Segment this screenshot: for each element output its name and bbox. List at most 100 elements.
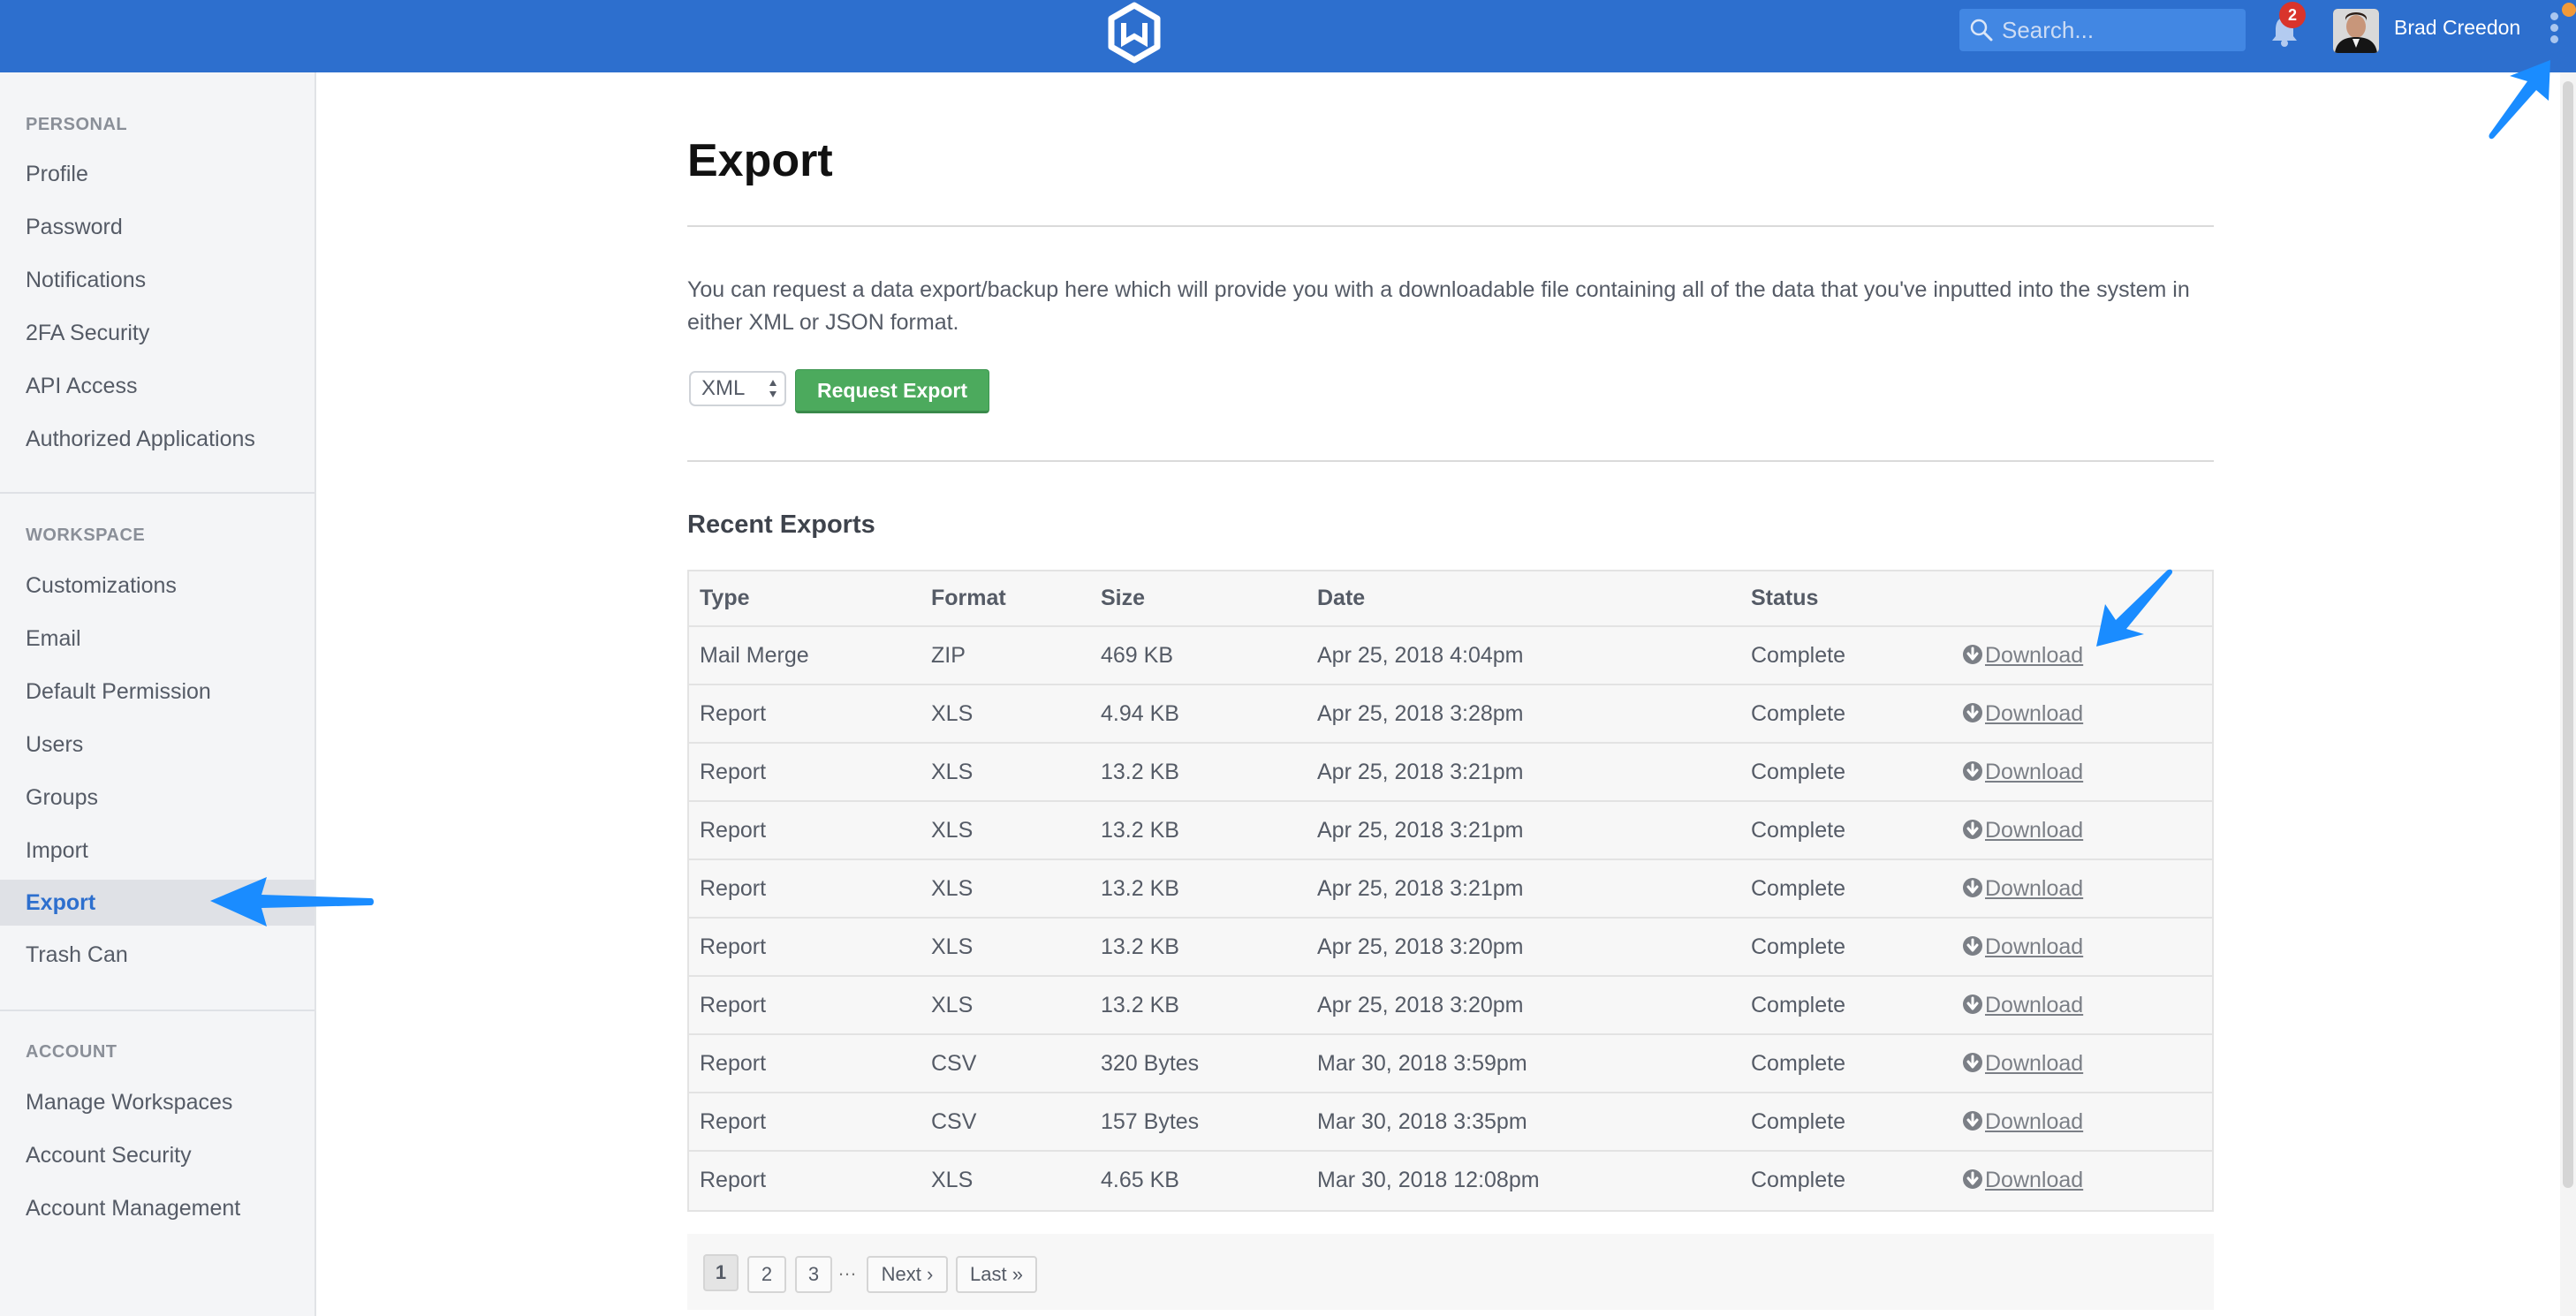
request-export-button[interactable]: Request Export: [795, 369, 989, 413]
download-link-label[interactable]: Download: [1985, 993, 2083, 1017]
cell-date: Mar 30, 2018 3:35pm: [1317, 1109, 1527, 1134]
top-navigation-bar: 2 Brad Creedon: [0, 0, 2576, 72]
sidebar-item-account-management[interactable]: Account Management: [0, 1185, 314, 1231]
cell-type: Report: [700, 760, 767, 784]
download-circle-icon: [1962, 1096, 1983, 1131]
sidebar-item-2fa-security[interactable]: 2FA Security: [0, 310, 314, 356]
cell-size: 13.2 KB: [1101, 934, 1179, 959]
recent-exports-heading: Recent Exports: [687, 511, 875, 539]
cell-format: XLS: [931, 818, 974, 843]
annotation-arrow-export-icon: [210, 877, 374, 926]
sidebar-item-manage-workspaces[interactable]: Manage Workspaces: [0, 1079, 314, 1125]
download-link[interactable]: Download: [1962, 977, 2083, 1033]
cell-date: Apr 25, 2018 3:20pm: [1317, 993, 1524, 1017]
cell-type: Report: [700, 1051, 767, 1076]
cell-size: 13.2 KB: [1101, 993, 1179, 1017]
cell-date: Apr 25, 2018 3:21pm: [1317, 760, 1524, 784]
sidebar-item-groups[interactable]: Groups: [0, 775, 314, 821]
search-input[interactable]: [2002, 9, 2240, 51]
pagination: 1 2 3 … Next › Last »: [687, 1234, 2214, 1310]
cell-date: Mar 30, 2018 12:08pm: [1317, 1168, 1540, 1192]
cell-type: Report: [700, 993, 767, 1017]
table-row: Report XLS 13.2 KB Apr 25, 2018 3:21pm Compl…: [689, 744, 2212, 802]
export-format-select[interactable]: XML: [689, 371, 786, 406]
cell-date: Apr 25, 2018 3:21pm: [1317, 818, 1524, 843]
column-header-size[interactable]: Size: [1101, 571, 1145, 625]
cell-format: XLS: [931, 876, 974, 901]
sidebar-item-email[interactable]: Email: [0, 616, 314, 662]
download-link-label[interactable]: Download: [1985, 1109, 2083, 1134]
download-link-label[interactable]: Download: [1985, 1051, 2083, 1076]
annotation-arrow-menu-icon: [2489, 60, 2550, 140]
download-circle-icon: [1962, 805, 1983, 839]
sidebar-item-account-security[interactable]: Account Security: [0, 1132, 314, 1178]
download-link[interactable]: Download: [1962, 1035, 2083, 1092]
table-row: Report XLS 13.2 KB Apr 25, 2018 3:21pm Compl…: [689, 802, 2212, 860]
cell-status: Complete: [1751, 1109, 1845, 1134]
download-link[interactable]: Download: [1962, 1152, 2083, 1210]
page-title: Export: [687, 135, 833, 186]
sidebar-item-users[interactable]: Users: [0, 722, 314, 768]
cell-size: 4.65 KB: [1101, 1168, 1179, 1192]
column-header-format[interactable]: Format: [931, 571, 1006, 625]
cell-status: Complete: [1751, 934, 1845, 959]
cell-status: Complete: [1751, 1051, 1845, 1076]
column-header-type[interactable]: Type: [700, 571, 750, 625]
pagination-ellipsis: …: [837, 1258, 857, 1280]
download-link-label[interactable]: Download: [1985, 760, 2083, 784]
download-link-label[interactable]: Download: [1985, 1168, 2083, 1192]
cell-status: Complete: [1751, 876, 1845, 901]
download-link[interactable]: Download: [1962, 919, 2083, 975]
download-link[interactable]: Download: [1962, 627, 2083, 684]
download-link-label[interactable]: Download: [1985, 643, 2083, 668]
page-scrollbar-thumb[interactable]: [2563, 81, 2573, 1188]
cell-format: XLS: [931, 701, 974, 726]
sidebar-item-import[interactable]: Import: [0, 828, 314, 874]
cell-size: 13.2 KB: [1101, 760, 1179, 784]
settings-sidebar: PERSONAL Profile Password Notifications …: [0, 72, 316, 1316]
sidebar-item-customizations[interactable]: Customizations: [0, 563, 314, 609]
download-link-label[interactable]: Download: [1985, 934, 2083, 959]
column-header-status[interactable]: Status: [1751, 571, 1818, 625]
download-link[interactable]: Download: [1962, 685, 2083, 742]
download-link-label[interactable]: Download: [1985, 701, 2083, 726]
cell-format: XLS: [931, 1168, 974, 1192]
cell-status: Complete: [1751, 643, 1845, 668]
sidebar-item-password[interactable]: Password: [0, 204, 314, 250]
search-icon: [1970, 19, 1993, 42]
sidebar-item-api-access[interactable]: API Access: [0, 363, 314, 409]
user-avatar[interactable]: [2333, 9, 2379, 53]
download-circle-icon: [1962, 688, 1983, 722]
next-page-button[interactable]: Next ›: [867, 1256, 948, 1293]
download-link-label[interactable]: Download: [1985, 876, 2083, 901]
download-link[interactable]: Download: [1962, 860, 2083, 917]
sidebar-heading-personal: PERSONAL: [26, 115, 128, 134]
cell-date: Apr 25, 2018 4:04pm: [1317, 643, 1524, 668]
cell-type: Report: [700, 701, 767, 726]
download-link-label[interactable]: Download: [1985, 818, 2083, 843]
table-row: Report XLS 4.94 KB Apr 25, 2018 3:28pm Compl…: [689, 685, 2212, 744]
download-link[interactable]: Download: [1962, 1093, 2083, 1150]
search-box[interactable]: [1959, 9, 2246, 51]
last-page-button[interactable]: Last »: [956, 1256, 1037, 1293]
sidebar-item-trash-can[interactable]: Trash Can: [0, 932, 314, 978]
more-options-icon[interactable]: [2544, 12, 2564, 48]
sidebar-item-default-permission[interactable]: Default Permission: [0, 669, 314, 715]
cell-type: Report: [700, 818, 767, 843]
app-logo-icon[interactable]: [1107, 2, 1162, 64]
sidebar-item-notifications[interactable]: Notifications: [0, 257, 314, 303]
download-link[interactable]: Download: [1962, 744, 2083, 800]
download-link[interactable]: Download: [1962, 802, 2083, 858]
cell-date: Apr 25, 2018 3:28pm: [1317, 701, 1524, 726]
page-button-2[interactable]: 2: [747, 1256, 786, 1293]
cell-format: XLS: [931, 934, 974, 959]
page-button-3[interactable]: 3: [795, 1256, 832, 1293]
notification-count-badge: 2: [2279, 2, 2306, 28]
sidebar-item-profile[interactable]: Profile: [0, 151, 314, 197]
column-header-date[interactable]: Date: [1317, 571, 1365, 625]
table-row: Mail Merge ZIP 469 KB Apr 25, 2018 4:04pm Co…: [689, 627, 2212, 685]
page-button-1[interactable]: 1: [703, 1254, 739, 1291]
user-name[interactable]: Brad Creedon: [2394, 16, 2520, 40]
sidebar-item-authorized-applications[interactable]: Authorized Applications: [0, 416, 314, 462]
download-circle-icon: [1962, 921, 1983, 956]
